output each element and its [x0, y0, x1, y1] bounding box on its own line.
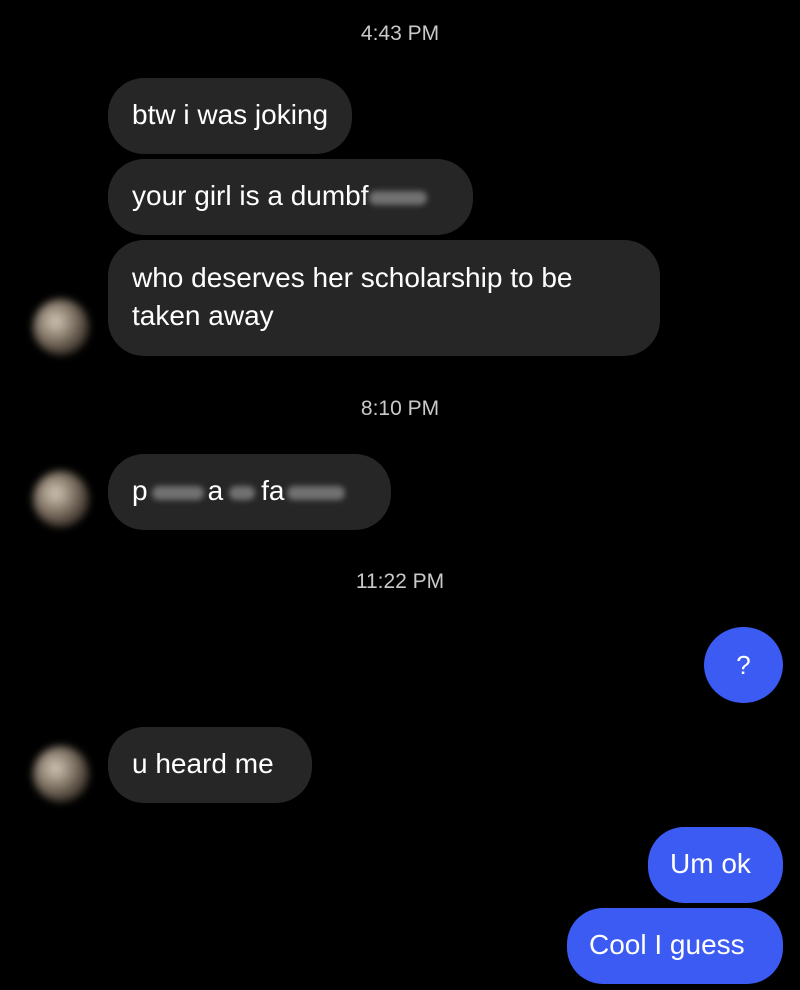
timestamp: 4:43 PM — [360, 22, 440, 45]
timestamp: 8:10 PM — [360, 397, 440, 420]
incoming-message[interactable]: p a fa — [108, 454, 391, 530]
message-text: Um ok — [670, 848, 751, 879]
sender-avatar[interactable] — [33, 746, 89, 802]
censor-blur — [151, 485, 204, 500]
incoming-message[interactable]: u heard me — [108, 727, 312, 803]
message-text-line: taken away — [132, 300, 274, 331]
message-text: ? — [736, 650, 751, 680]
message-text: a — [207, 475, 224, 506]
incoming-message[interactable]: who deserves her scholarship to be taken… — [108, 240, 660, 356]
outgoing-message[interactable]: Cool I guess — [567, 908, 783, 984]
message-text: Cool I guess — [589, 929, 745, 960]
message-text-line: who deserves her scholarship to be — [132, 262, 573, 293]
message-thread: 4:43 PM btw i was joking your girl is a … — [0, 0, 800, 990]
message-text: btw i was joking — [132, 99, 329, 130]
outgoing-message[interactable]: Um ok — [648, 827, 783, 903]
message-text: p — [132, 475, 148, 506]
censor-blur — [229, 485, 256, 500]
sender-avatar[interactable] — [33, 471, 89, 527]
incoming-message[interactable]: your girl is a dumbf — [108, 159, 473, 235]
message-text: your girl is a dumbf — [132, 180, 369, 211]
message-text: u heard me — [132, 748, 274, 779]
censor-blur — [286, 485, 345, 500]
outgoing-message[interactable]: ? — [704, 627, 783, 703]
message-text: fa — [261, 475, 285, 506]
incoming-message[interactable]: btw i was joking — [108, 78, 353, 154]
sender-avatar[interactable] — [33, 299, 89, 355]
timestamp: 11:22 PM — [355, 570, 445, 593]
censor-blur — [368, 190, 427, 205]
